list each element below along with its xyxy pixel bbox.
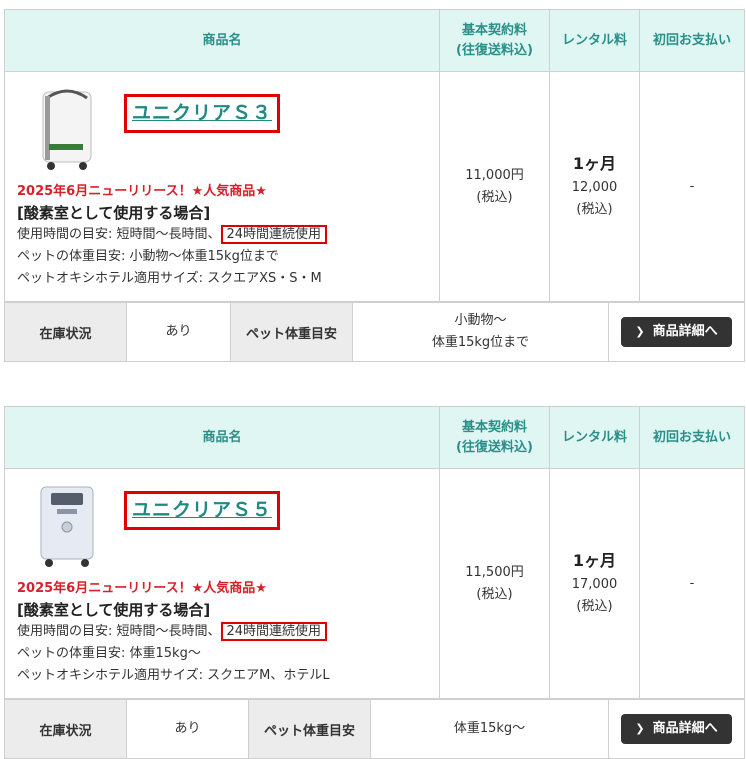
stock-table: 在庫状況 あり ペット体重目安 小動物〜 体重15kg位まで ❯ 商品詳細へ xyxy=(4,302,745,362)
price-table: 商品名 基本契約料 (往復送料込) レンタル料 初回お支払い ユニクリアＳ５ 2… xyxy=(4,406,745,699)
product-block-2: 商品名 基本契約料 (往復送料込) レンタル料 初回お支払い ユニクリアＳ５ 2… xyxy=(4,406,745,759)
price-table: 商品名 基本契約料 (往復送料込) レンタル料 初回お支払い ユニクリアＳ３ 2… xyxy=(4,9,745,302)
product-cell: ユニクリアＳ５ 2025年6月ニューリリース！★人気商品★ [酸素室として使用す… xyxy=(4,468,440,699)
pet-weight-value: 小動物〜 体重15kg位まで xyxy=(352,302,609,362)
usage-title: [酸素室として使用する場合] xyxy=(17,204,211,222)
product-name-link[interactable]: ユニクリアＳ５ xyxy=(132,499,272,521)
pet-weight-text: ペットの体重目安: 小動物〜体重15kg位まで xyxy=(17,249,279,264)
product-name-highlight: ユニクリアＳ３ xyxy=(124,94,281,133)
rental-fee-cell: 1ヶ月 17,000 (税込) xyxy=(549,468,640,699)
usage-time-highlight: 24時間連続使用 xyxy=(220,225,328,244)
product-name-link[interactable]: ユニクリアＳ３ xyxy=(132,102,272,124)
hotel-size-text: ペットオキシホテル適用サイズ: スクエアXS・S・M xyxy=(17,271,322,286)
pet-weight-value: 体重15kg〜 xyxy=(370,699,609,759)
product-cell: ユニクリアＳ３ 2025年6月ニューリリース！★人気商品★ [酸素室として使用す… xyxy=(4,71,440,302)
header-product: 商品名 xyxy=(4,406,440,469)
header-first-payment: 初回お支払い xyxy=(639,406,745,469)
header-rental-fee: レンタル料 xyxy=(549,406,640,469)
detail-button[interactable]: ❯ 商品詳細へ xyxy=(621,714,732,744)
usage-title: [酸素室として使用する場合] xyxy=(17,601,211,619)
new-release-text: 2025年6月ニューリリース！★人気商品★ xyxy=(17,581,267,596)
stock-label: 在庫状況 xyxy=(4,302,127,362)
header-first-payment: 初回お支払い xyxy=(639,9,745,72)
product-block-1: 商品名 基本契約料 (往復送料込) レンタル料 初回お支払い ユニクリアＳ３ 2… xyxy=(4,9,745,362)
stock-value: あり xyxy=(126,302,231,362)
header-basic-fee: 基本契約料 (往復送料込) xyxy=(439,9,550,72)
chevron-right-icon: ❯ xyxy=(635,722,645,735)
rental-fee-cell: 1ヶ月 12,000 (税込) xyxy=(549,71,640,302)
basic-fee-cell: 11,500円 (税込) xyxy=(439,468,550,699)
pet-weight-label: ペット体重目安 xyxy=(248,699,371,759)
oxygen-concentrator-image xyxy=(42,89,92,170)
chevron-right-icon: ❯ xyxy=(635,325,645,338)
first-payment-cell: - xyxy=(639,468,745,699)
basic-fee-cell: 11,000円 (税込) xyxy=(439,71,550,302)
header-product: 商品名 xyxy=(4,9,440,72)
stock-label: 在庫状況 xyxy=(4,699,127,759)
stock-value: あり xyxy=(126,699,249,759)
oxygen-concentrator-image xyxy=(40,486,94,567)
header-basic-fee: 基本契約料 (往復送料込) xyxy=(439,406,550,469)
new-release-text: 2025年6月ニューリリース！★人気商品★ xyxy=(17,184,267,199)
hotel-size-text: ペットオキシホテル適用サイズ: スクエアM、ホテルL xyxy=(17,668,330,683)
pet-weight-text: ペットの体重目安: 体重15kg〜 xyxy=(17,646,201,661)
stock-table: 在庫状況 あり ペット体重目安 体重15kg〜 ❯ 商品詳細へ xyxy=(4,699,745,759)
header-rental-fee: レンタル料 xyxy=(549,9,640,72)
usage-time: 使用時間の目安: 短時間〜長時間、 24時間連続使用 xyxy=(17,224,437,246)
usage-time: 使用時間の目安: 短時間〜長時間、 24時間連続使用 xyxy=(17,621,437,643)
detail-button[interactable]: ❯ 商品詳細へ xyxy=(621,317,732,347)
first-payment-cell: - xyxy=(639,71,745,302)
usage-time-highlight: 24時間連続使用 xyxy=(220,622,328,641)
product-name-highlight: ユニクリアＳ５ xyxy=(124,491,281,530)
pet-weight-label: ペット体重目安 xyxy=(230,302,353,362)
